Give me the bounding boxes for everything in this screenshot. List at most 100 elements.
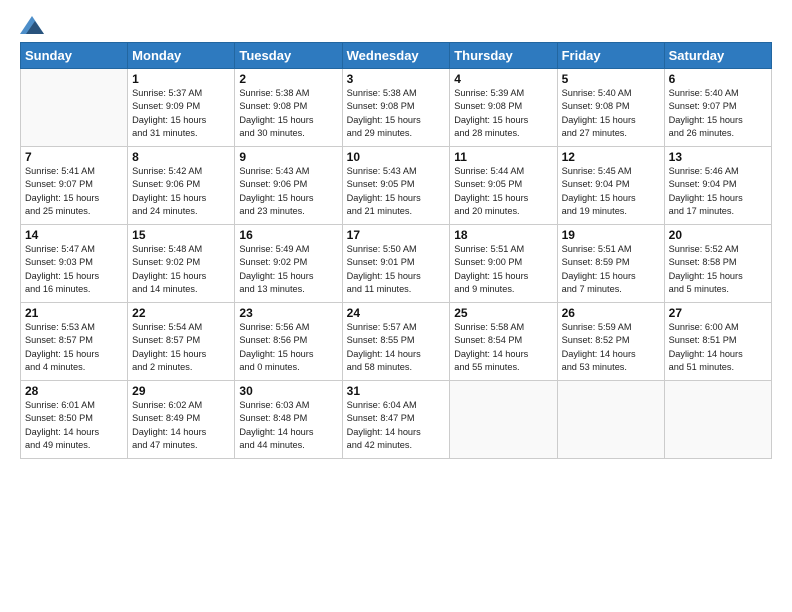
calendar-cell: 18Sunrise: 5:51 AM Sunset: 9:00 PM Dayli… xyxy=(450,225,557,303)
cell-sun-info: Sunrise: 5:58 AM Sunset: 8:54 PM Dayligh… xyxy=(454,321,552,374)
col-header-wednesday: Wednesday xyxy=(342,43,450,69)
calendar-cell: 22Sunrise: 5:54 AM Sunset: 8:57 PM Dayli… xyxy=(128,303,235,381)
calendar-cell: 27Sunrise: 6:00 AM Sunset: 8:51 PM Dayli… xyxy=(664,303,771,381)
calendar-cell: 9Sunrise: 5:43 AM Sunset: 9:06 PM Daylig… xyxy=(235,147,342,225)
cell-sun-info: Sunrise: 5:49 AM Sunset: 9:02 PM Dayligh… xyxy=(239,243,337,296)
week-row-4: 21Sunrise: 5:53 AM Sunset: 8:57 PM Dayli… xyxy=(21,303,772,381)
calendar-cell: 17Sunrise: 5:50 AM Sunset: 9:01 PM Dayli… xyxy=(342,225,450,303)
day-number: 22 xyxy=(132,306,230,320)
calendar-cell: 26Sunrise: 5:59 AM Sunset: 8:52 PM Dayli… xyxy=(557,303,664,381)
week-row-3: 14Sunrise: 5:47 AM Sunset: 9:03 PM Dayli… xyxy=(21,225,772,303)
col-header-monday: Monday xyxy=(128,43,235,69)
day-number: 31 xyxy=(347,384,446,398)
cell-sun-info: Sunrise: 5:43 AM Sunset: 9:05 PM Dayligh… xyxy=(347,165,446,218)
day-number: 2 xyxy=(239,72,337,86)
calendar-cell: 14Sunrise: 5:47 AM Sunset: 9:03 PM Dayli… xyxy=(21,225,128,303)
calendar-cell: 10Sunrise: 5:43 AM Sunset: 9:05 PM Dayli… xyxy=(342,147,450,225)
calendar-cell: 6Sunrise: 5:40 AM Sunset: 9:07 PM Daylig… xyxy=(664,69,771,147)
cell-sun-info: Sunrise: 5:43 AM Sunset: 9:06 PM Dayligh… xyxy=(239,165,337,218)
col-header-friday: Friday xyxy=(557,43,664,69)
cell-sun-info: Sunrise: 5:46 AM Sunset: 9:04 PM Dayligh… xyxy=(669,165,767,218)
cell-sun-info: Sunrise: 5:44 AM Sunset: 9:05 PM Dayligh… xyxy=(454,165,552,218)
day-number: 7 xyxy=(25,150,123,164)
day-number: 6 xyxy=(669,72,767,86)
day-number: 21 xyxy=(25,306,123,320)
cell-sun-info: Sunrise: 5:45 AM Sunset: 9:04 PM Dayligh… xyxy=(562,165,660,218)
calendar-header-row: SundayMondayTuesdayWednesdayThursdayFrid… xyxy=(21,43,772,69)
calendar-cell: 5Sunrise: 5:40 AM Sunset: 9:08 PM Daylig… xyxy=(557,69,664,147)
cell-sun-info: Sunrise: 5:37 AM Sunset: 9:09 PM Dayligh… xyxy=(132,87,230,140)
logo xyxy=(20,16,46,34)
day-number: 15 xyxy=(132,228,230,242)
cell-sun-info: Sunrise: 5:40 AM Sunset: 9:08 PM Dayligh… xyxy=(562,87,660,140)
cell-sun-info: Sunrise: 5:59 AM Sunset: 8:52 PM Dayligh… xyxy=(562,321,660,374)
calendar-cell xyxy=(664,381,771,459)
cell-sun-info: Sunrise: 6:04 AM Sunset: 8:47 PM Dayligh… xyxy=(347,399,446,452)
day-number: 13 xyxy=(669,150,767,164)
cell-sun-info: Sunrise: 5:39 AM Sunset: 9:08 PM Dayligh… xyxy=(454,87,552,140)
calendar-cell: 12Sunrise: 5:45 AM Sunset: 9:04 PM Dayli… xyxy=(557,147,664,225)
calendar-cell: 7Sunrise: 5:41 AM Sunset: 9:07 PM Daylig… xyxy=(21,147,128,225)
cell-sun-info: Sunrise: 5:56 AM Sunset: 8:56 PM Dayligh… xyxy=(239,321,337,374)
day-number: 20 xyxy=(669,228,767,242)
cell-sun-info: Sunrise: 5:51 AM Sunset: 9:00 PM Dayligh… xyxy=(454,243,552,296)
day-number: 17 xyxy=(347,228,446,242)
calendar-cell: 8Sunrise: 5:42 AM Sunset: 9:06 PM Daylig… xyxy=(128,147,235,225)
day-number: 11 xyxy=(454,150,552,164)
header xyxy=(20,16,772,34)
calendar-cell: 1Sunrise: 5:37 AM Sunset: 9:09 PM Daylig… xyxy=(128,69,235,147)
day-number: 4 xyxy=(454,72,552,86)
day-number: 10 xyxy=(347,150,446,164)
calendar-table: SundayMondayTuesdayWednesdayThursdayFrid… xyxy=(20,42,772,459)
week-row-1: 1Sunrise: 5:37 AM Sunset: 9:09 PM Daylig… xyxy=(21,69,772,147)
day-number: 3 xyxy=(347,72,446,86)
calendar-cell xyxy=(557,381,664,459)
day-number: 9 xyxy=(239,150,337,164)
day-number: 1 xyxy=(132,72,230,86)
calendar-cell: 20Sunrise: 5:52 AM Sunset: 8:58 PM Dayli… xyxy=(664,225,771,303)
day-number: 29 xyxy=(132,384,230,398)
calendar-cell: 25Sunrise: 5:58 AM Sunset: 8:54 PM Dayli… xyxy=(450,303,557,381)
week-row-5: 28Sunrise: 6:01 AM Sunset: 8:50 PM Dayli… xyxy=(21,381,772,459)
cell-sun-info: Sunrise: 6:02 AM Sunset: 8:49 PM Dayligh… xyxy=(132,399,230,452)
calendar-cell: 19Sunrise: 5:51 AM Sunset: 8:59 PM Dayli… xyxy=(557,225,664,303)
cell-sun-info: Sunrise: 5:53 AM Sunset: 8:57 PM Dayligh… xyxy=(25,321,123,374)
cell-sun-info: Sunrise: 6:03 AM Sunset: 8:48 PM Dayligh… xyxy=(239,399,337,452)
calendar-cell xyxy=(21,69,128,147)
day-number: 28 xyxy=(25,384,123,398)
day-number: 18 xyxy=(454,228,552,242)
cell-sun-info: Sunrise: 6:01 AM Sunset: 8:50 PM Dayligh… xyxy=(25,399,123,452)
cell-sun-info: Sunrise: 5:57 AM Sunset: 8:55 PM Dayligh… xyxy=(347,321,446,374)
calendar-cell: 13Sunrise: 5:46 AM Sunset: 9:04 PM Dayli… xyxy=(664,147,771,225)
calendar-cell: 23Sunrise: 5:56 AM Sunset: 8:56 PM Dayli… xyxy=(235,303,342,381)
calendar-cell: 21Sunrise: 5:53 AM Sunset: 8:57 PM Dayli… xyxy=(21,303,128,381)
col-header-saturday: Saturday xyxy=(664,43,771,69)
day-number: 24 xyxy=(347,306,446,320)
calendar-cell: 29Sunrise: 6:02 AM Sunset: 8:49 PM Dayli… xyxy=(128,381,235,459)
day-number: 8 xyxy=(132,150,230,164)
day-number: 19 xyxy=(562,228,660,242)
cell-sun-info: Sunrise: 5:48 AM Sunset: 9:02 PM Dayligh… xyxy=(132,243,230,296)
day-number: 12 xyxy=(562,150,660,164)
cell-sun-info: Sunrise: 6:00 AM Sunset: 8:51 PM Dayligh… xyxy=(669,321,767,374)
cell-sun-info: Sunrise: 5:41 AM Sunset: 9:07 PM Dayligh… xyxy=(25,165,123,218)
calendar-cell xyxy=(450,381,557,459)
logo-icon xyxy=(20,16,44,34)
day-number: 30 xyxy=(239,384,337,398)
calendar-cell: 30Sunrise: 6:03 AM Sunset: 8:48 PM Dayli… xyxy=(235,381,342,459)
calendar-cell: 15Sunrise: 5:48 AM Sunset: 9:02 PM Dayli… xyxy=(128,225,235,303)
cell-sun-info: Sunrise: 5:52 AM Sunset: 8:58 PM Dayligh… xyxy=(669,243,767,296)
calendar-cell: 4Sunrise: 5:39 AM Sunset: 9:08 PM Daylig… xyxy=(450,69,557,147)
cell-sun-info: Sunrise: 5:47 AM Sunset: 9:03 PM Dayligh… xyxy=(25,243,123,296)
week-row-2: 7Sunrise: 5:41 AM Sunset: 9:07 PM Daylig… xyxy=(21,147,772,225)
col-header-tuesday: Tuesday xyxy=(235,43,342,69)
calendar-cell: 2Sunrise: 5:38 AM Sunset: 9:08 PM Daylig… xyxy=(235,69,342,147)
cell-sun-info: Sunrise: 5:54 AM Sunset: 8:57 PM Dayligh… xyxy=(132,321,230,374)
day-number: 27 xyxy=(669,306,767,320)
day-number: 16 xyxy=(239,228,337,242)
cell-sun-info: Sunrise: 5:38 AM Sunset: 9:08 PM Dayligh… xyxy=(347,87,446,140)
calendar-cell: 16Sunrise: 5:49 AM Sunset: 9:02 PM Dayli… xyxy=(235,225,342,303)
col-header-sunday: Sunday xyxy=(21,43,128,69)
cell-sun-info: Sunrise: 5:40 AM Sunset: 9:07 PM Dayligh… xyxy=(669,87,767,140)
day-number: 5 xyxy=(562,72,660,86)
